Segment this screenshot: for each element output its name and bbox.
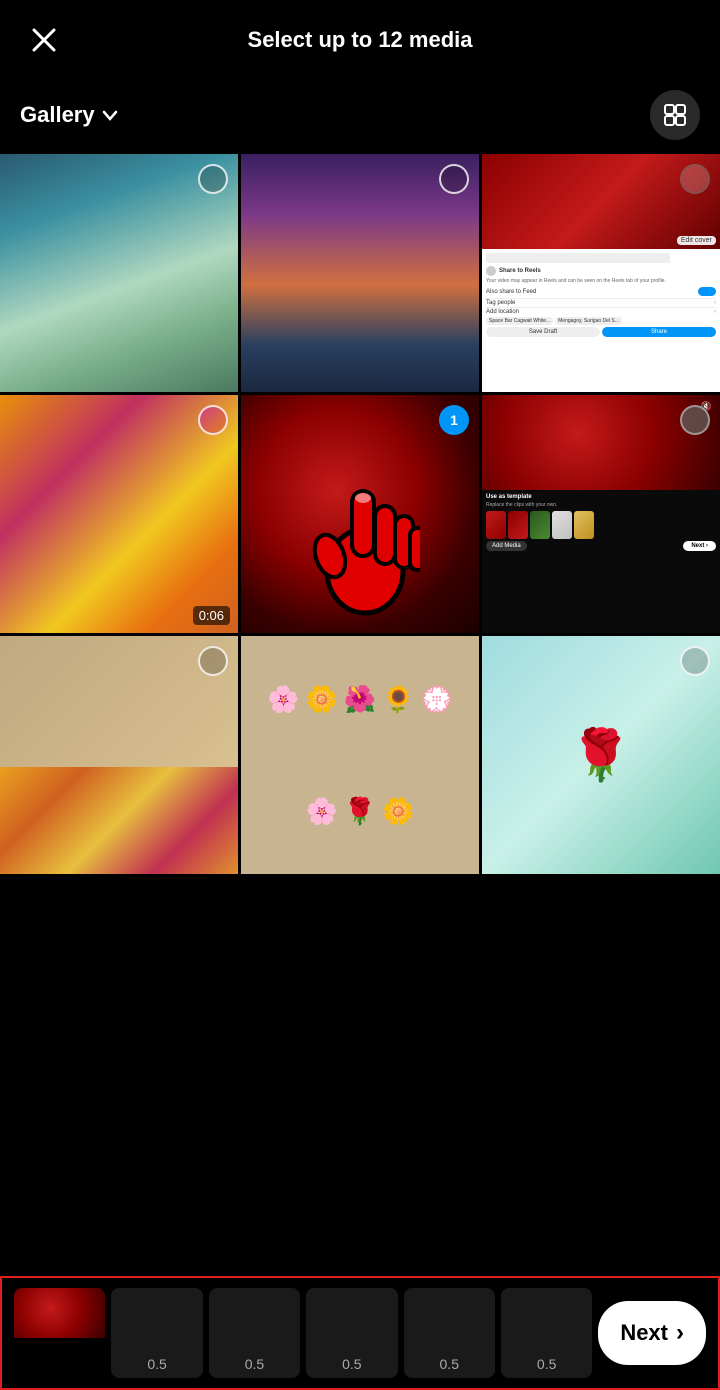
page-title: Select up to 12 media bbox=[66, 27, 654, 53]
media-cell-beige[interactable] bbox=[0, 636, 238, 874]
timeline-item-2[interactable]: 0.5 bbox=[111, 1288, 202, 1378]
timeline-item-5[interactable]: 0.5 bbox=[404, 1288, 495, 1378]
select-circle-red-rose[interactable]: 1 bbox=[439, 405, 469, 435]
timeline-duration-5: 0.5 bbox=[440, 1356, 459, 1372]
timeline-item-4[interactable]: 0.5 bbox=[306, 1288, 397, 1378]
select-circle-ig-template[interactable] bbox=[680, 405, 710, 435]
timeline-item-3[interactable]: 0.5 bbox=[209, 1288, 300, 1378]
grid-icon bbox=[662, 102, 688, 128]
chevron-down-icon bbox=[101, 106, 119, 124]
timeline-duration-3: 0.5 bbox=[245, 1356, 264, 1372]
timeline-item-1[interactable] bbox=[14, 1288, 105, 1378]
gallery-view-toggle[interactable] bbox=[650, 90, 700, 140]
header: Select up to 12 media bbox=[0, 0, 720, 80]
next-chevron-icon: › bbox=[676, 1319, 684, 1347]
media-cell-red-rose[interactable]: 1 bbox=[241, 395, 479, 633]
media-cell-flowers[interactable]: 0:06 bbox=[0, 395, 238, 633]
gallery-bar: Gallery bbox=[0, 80, 720, 154]
select-circle-ig-post[interactable] bbox=[680, 164, 710, 194]
avatar-circle bbox=[198, 405, 228, 435]
media-cell-street[interactable] bbox=[241, 154, 479, 392]
select-circle-paper-roses[interactable] bbox=[680, 646, 710, 676]
media-cell-ocean[interactable] bbox=[0, 154, 238, 392]
media-cell-stickers[interactable]: 🌸 🌼 🌺 🌻 💮 🌸 🌹 🌼 bbox=[241, 636, 479, 874]
select-circle-ocean[interactable] bbox=[198, 164, 228, 194]
media-cell-ig-template[interactable]: 🔇 Use as template Replace the clips with… bbox=[482, 395, 720, 633]
gallery-dropdown[interactable]: Gallery bbox=[20, 102, 119, 128]
media-grid: Edit cover Share to Reels Your video may… bbox=[0, 154, 720, 874]
next-button[interactable]: Next › bbox=[598, 1301, 706, 1365]
select-circle-beige[interactable] bbox=[198, 646, 228, 676]
timeline-duration-2: 0.5 bbox=[147, 1356, 166, 1372]
gallery-label-text: Gallery bbox=[20, 102, 95, 128]
close-button[interactable] bbox=[22, 18, 66, 62]
bottom-bar: 0.5 0.5 0.5 0.5 0.5 Next › bbox=[0, 1276, 720, 1390]
timeline-duration-6: 0.5 bbox=[537, 1356, 556, 1372]
timeline-item-6[interactable]: 0.5 bbox=[501, 1288, 592, 1378]
next-label: Next bbox=[620, 1320, 668, 1346]
media-cell-paper-roses[interactable]: 🌹 bbox=[482, 636, 720, 874]
media-cell-ig-post[interactable]: Edit cover Share to Reels Your video may… bbox=[482, 154, 720, 392]
timeline-items: 0.5 0.5 0.5 0.5 0.5 bbox=[14, 1288, 592, 1378]
duration-badge: 0:06 bbox=[193, 606, 230, 625]
timeline-duration-4: 0.5 bbox=[342, 1356, 361, 1372]
select-circle-street[interactable] bbox=[439, 164, 469, 194]
